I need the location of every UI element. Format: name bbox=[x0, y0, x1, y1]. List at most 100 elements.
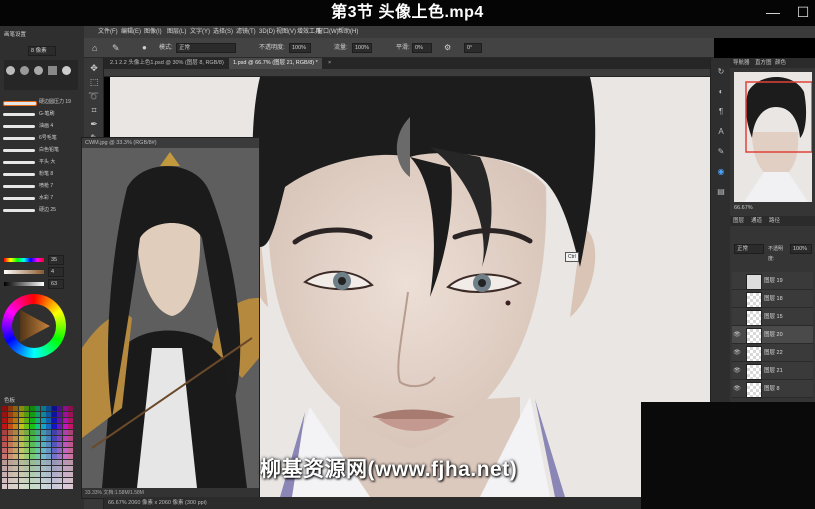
color-swatch[interactable] bbox=[13, 484, 18, 489]
color-swatch[interactable] bbox=[7, 454, 13, 459]
reference-window-title[interactable]: CWM.jpg @ 33.3% (RGB/8#) bbox=[82, 138, 259, 148]
color-swatch[interactable] bbox=[2, 418, 7, 423]
color-swatch[interactable] bbox=[62, 454, 68, 459]
color-swatch[interactable] bbox=[18, 484, 24, 489]
color-swatch[interactable] bbox=[29, 424, 35, 429]
color-swatch[interactable] bbox=[68, 430, 73, 435]
color-swatch[interactable] bbox=[35, 472, 40, 477]
color-swatch[interactable] bbox=[62, 460, 68, 465]
color-swatch[interactable] bbox=[2, 466, 7, 471]
color-swatch[interactable] bbox=[68, 418, 73, 423]
color-swatch[interactable] bbox=[7, 478, 13, 483]
menu-layer[interactable]: 图层(L) bbox=[167, 26, 186, 38]
brush-preset[interactable]: 6号毛笔 bbox=[3, 134, 73, 143]
color-swatch[interactable] bbox=[7, 412, 13, 417]
brush-tip-soft[interactable] bbox=[20, 66, 29, 75]
color-swatch[interactable] bbox=[2, 478, 7, 483]
tab-paths[interactable]: 路径 bbox=[766, 216, 783, 226]
color-swatch[interactable] bbox=[7, 448, 13, 453]
brush-tip-square[interactable] bbox=[48, 66, 57, 75]
maximize-button[interactable]: ☐ bbox=[792, 3, 814, 21]
opacity-field[interactable]: 100% bbox=[289, 43, 311, 53]
color-swatch[interactable] bbox=[7, 430, 13, 435]
color-swatch[interactable] bbox=[24, 448, 29, 453]
brush-tip-hard[interactable] bbox=[34, 66, 43, 75]
color-swatch[interactable] bbox=[29, 460, 35, 465]
color-swatch[interactable] bbox=[46, 454, 51, 459]
color-swatch[interactable] bbox=[13, 424, 18, 429]
color-swatch[interactable] bbox=[40, 424, 46, 429]
color-swatch[interactable] bbox=[18, 436, 24, 441]
menu-view[interactable]: 视图(V) bbox=[276, 26, 296, 38]
color-swatch[interactable] bbox=[57, 454, 62, 459]
color-swatch[interactable] bbox=[68, 478, 73, 483]
color-swatch[interactable] bbox=[57, 406, 62, 411]
color-swatch[interactable] bbox=[29, 478, 35, 483]
color-swatch[interactable] bbox=[2, 454, 7, 459]
color-swatch[interactable] bbox=[7, 406, 13, 411]
color-swatch[interactable] bbox=[46, 478, 51, 483]
color-swatch[interactable] bbox=[29, 454, 35, 459]
color-swatch[interactable] bbox=[7, 460, 13, 465]
tab-layers[interactable]: 图层 bbox=[730, 216, 747, 226]
color-swatch[interactable] bbox=[40, 430, 46, 435]
color-swatch[interactable] bbox=[46, 418, 51, 423]
color-swatch[interactable] bbox=[35, 436, 40, 441]
color-swatch[interactable] bbox=[29, 448, 35, 453]
minimize-button[interactable]: — bbox=[762, 3, 784, 21]
color-swatch[interactable] bbox=[2, 460, 7, 465]
color-swatch[interactable] bbox=[62, 448, 68, 453]
color-swatch[interactable] bbox=[13, 430, 18, 435]
color-swatch[interactable] bbox=[57, 430, 62, 435]
tab-close-icon[interactable]: × bbox=[324, 58, 335, 69]
color-swatch[interactable] bbox=[57, 418, 62, 423]
color-swatch[interactable] bbox=[18, 442, 24, 447]
hue-slider[interactable] bbox=[4, 258, 44, 262]
settings-icon[interactable]: ⚙ bbox=[444, 38, 451, 58]
color-swatch[interactable] bbox=[24, 454, 29, 459]
color-swatch[interactable] bbox=[51, 436, 57, 441]
color-swatch[interactable] bbox=[29, 430, 35, 435]
color-swatch[interactable] bbox=[24, 424, 29, 429]
history-icon[interactable]: ↻ bbox=[715, 66, 727, 78]
color-swatch[interactable] bbox=[7, 466, 13, 471]
color-swatch[interactable] bbox=[7, 472, 13, 477]
color-swatch[interactable] bbox=[68, 460, 73, 465]
brush-preset[interactable]: 油画 4 bbox=[3, 122, 73, 131]
color-swatch[interactable] bbox=[2, 430, 7, 435]
color-swatch[interactable] bbox=[62, 466, 68, 471]
brush-preset[interactable]: 喷枪 7 bbox=[3, 182, 73, 191]
color-swatch[interactable] bbox=[57, 478, 62, 483]
color-swatch[interactable] bbox=[18, 448, 24, 453]
adjustments-icon[interactable]: ◐ bbox=[715, 86, 727, 98]
color-swatch[interactable] bbox=[13, 418, 18, 423]
brush-tool-icon[interactable]: ✎ bbox=[112, 38, 120, 58]
color-swatch[interactable] bbox=[62, 424, 68, 429]
color-swatch[interactable] bbox=[24, 412, 29, 417]
color-wheel[interactable] bbox=[2, 294, 66, 358]
color-swatch[interactable] bbox=[46, 484, 51, 489]
color-swatch[interactable] bbox=[57, 472, 62, 477]
color-swatch[interactable] bbox=[18, 466, 24, 471]
color-swatch[interactable] bbox=[51, 448, 57, 453]
color-swatch[interactable] bbox=[51, 484, 57, 489]
color-swatch[interactable] bbox=[68, 472, 73, 477]
navigator-zoom[interactable]: 66.67% bbox=[734, 204, 812, 212]
color-swatch[interactable] bbox=[62, 472, 68, 477]
menu-edit[interactable]: 编辑(E) bbox=[121, 26, 141, 38]
color-swatch[interactable] bbox=[35, 424, 40, 429]
color-swatch[interactable] bbox=[18, 478, 24, 483]
color-swatch[interactable] bbox=[62, 406, 68, 411]
color-swatch[interactable] bbox=[35, 448, 40, 453]
marquee-tool-icon[interactable]: ⬚ bbox=[88, 76, 100, 88]
color-swatch[interactable] bbox=[62, 478, 68, 483]
properties-icon[interactable]: ◉ bbox=[715, 166, 727, 178]
color-swatch[interactable] bbox=[51, 454, 57, 459]
color-swatch[interactable] bbox=[2, 448, 7, 453]
color-swatch[interactable] bbox=[7, 436, 13, 441]
color-swatch[interactable] bbox=[24, 460, 29, 465]
color-swatch[interactable] bbox=[46, 412, 51, 417]
color-swatch[interactable] bbox=[13, 436, 18, 441]
brush-preset[interactable]: 粉笔 8 bbox=[3, 170, 73, 179]
color-swatch[interactable] bbox=[13, 448, 18, 453]
